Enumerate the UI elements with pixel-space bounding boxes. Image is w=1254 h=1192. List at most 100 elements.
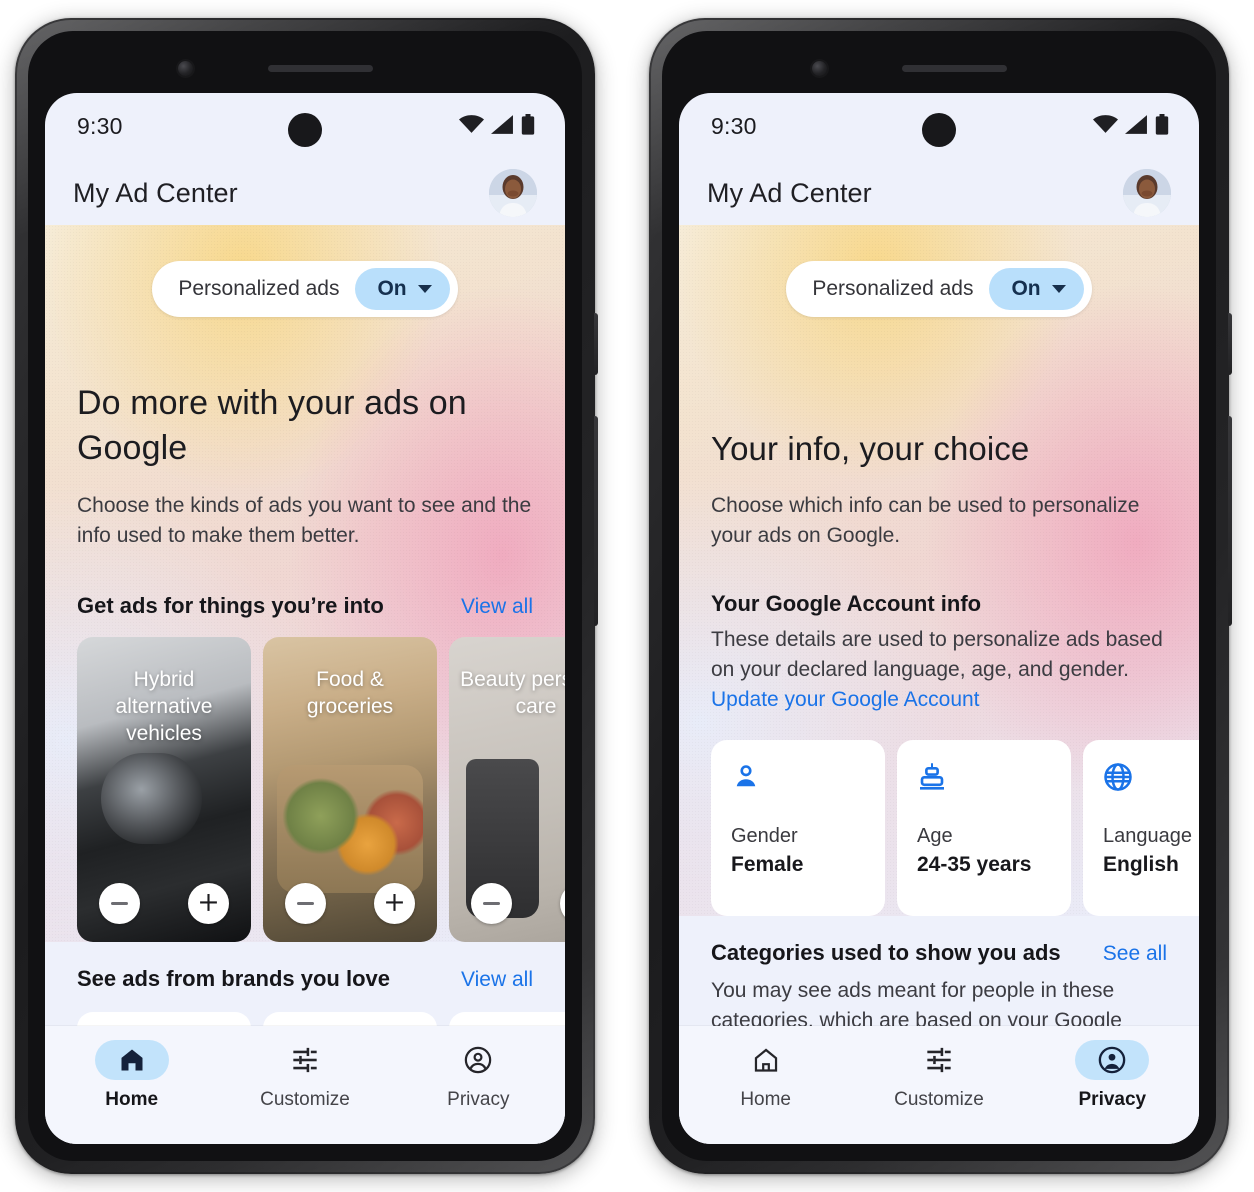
- home-icon: [754, 1048, 777, 1072]
- cellular-icon: [1125, 115, 1147, 134]
- nav-label-home: Home: [105, 1089, 159, 1110]
- phone-bezel-left: 9:30 My Ad Center Personalized ads On Do…: [28, 31, 582, 1161]
- personalized-ads-value: On: [377, 277, 407, 300]
- account-section-title: Your Google Account info: [711, 590, 982, 616]
- battery-icon: [521, 114, 535, 135]
- power-button[interactable]: [1228, 313, 1232, 375]
- bottom-navigation: Home Customize Privacy: [679, 1026, 1199, 1144]
- info-card-age[interactable]: Age 24-35 years: [897, 739, 1071, 916]
- nav-label-privacy: Privacy: [447, 1089, 510, 1110]
- hero-heading: Your info, your choice: [711, 430, 1030, 467]
- nav-pill-privacy: [441, 1040, 515, 1080]
- personalized-ads-toggle[interactable]: On: [989, 268, 1084, 310]
- nav-pill-home: [729, 1040, 803, 1080]
- info-card-label: Gender: [731, 824, 798, 847]
- power-button[interactable]: [594, 313, 598, 375]
- avatar[interactable]: [1123, 169, 1171, 217]
- nav-item-privacy[interactable]: Privacy: [392, 1040, 565, 1111]
- interest-card-title: Hybrid alternative vehicles: [115, 668, 213, 745]
- hero-section: Personalized ads On Your info, your choi…: [679, 225, 1199, 916]
- status-icons: [459, 114, 535, 135]
- wifi-icon: [1093, 115, 1118, 133]
- nav-item-home[interactable]: Home: [679, 1040, 852, 1111]
- interest-card[interactable]: Hybrid alternative vehicles: [77, 637, 251, 943]
- nav-pill-privacy: [1075, 1040, 1150, 1080]
- info-card-gender[interactable]: Gender Female: [711, 739, 885, 916]
- hero-heading: Do more with your ads on Google: [77, 384, 467, 468]
- account-info-cards[interactable]: Gender Female Age 24-35 years Language E…: [679, 739, 1199, 916]
- dislike-button[interactable]: [285, 883, 326, 925]
- dislike-button[interactable]: [471, 883, 512, 925]
- nav-label-home: Home: [740, 1089, 791, 1110]
- dislike-button[interactable]: [99, 883, 140, 925]
- info-card-label: Age: [917, 824, 953, 847]
- status-time: 9:30: [77, 113, 123, 139]
- page-title: My Ad Center: [73, 177, 238, 208]
- plus-icon: [386, 894, 403, 911]
- categories-see-all-link[interactable]: See all: [1103, 942, 1167, 966]
- nav-pill-customize: [902, 1040, 976, 1080]
- info-card-value: Female: [731, 852, 804, 876]
- tune-sliders-icon: [293, 1047, 317, 1073]
- cake-icon: [917, 762, 1051, 797]
- cellular-icon: [491, 115, 513, 134]
- tune-sliders-icon: [927, 1047, 951, 1073]
- status-time: 9:30: [711, 113, 757, 139]
- personalized-ads-pill[interactable]: Personalized ads On: [152, 261, 458, 317]
- status-bar: 9:30: [45, 93, 565, 161]
- camera-punch-hole: [922, 113, 956, 147]
- like-button[interactable]: [188, 883, 229, 925]
- categories-section-header: Categories used to show you ads See all: [711, 940, 1167, 966]
- interests-view-all-link[interactable]: View all: [461, 595, 533, 619]
- info-card-value: English: [1103, 852, 1179, 876]
- personalized-ads-label: Personalized ads: [812, 277, 974, 300]
- brands-section-title: See ads from brands you love: [77, 966, 390, 992]
- nav-label-customize: Customize: [894, 1089, 984, 1110]
- hero-subtext: Choose the kinds of ads you want to see …: [77, 494, 532, 548]
- personalized-ads-toggle[interactable]: On: [355, 268, 450, 310]
- phone-device-right: 9:30 My Ad Center Personalized ads On Yo…: [649, 18, 1232, 1174]
- front-camera-icon: [812, 61, 827, 76]
- bottom-navigation: Home Customize Privacy: [45, 1026, 565, 1144]
- like-button[interactable]: [374, 883, 415, 925]
- phone-device-left: 9:30 My Ad Center Personalized ads On Do…: [15, 18, 598, 1174]
- battery-icon: [1155, 114, 1169, 135]
- plus-icon: [200, 894, 217, 911]
- nav-pill-customize: [268, 1040, 342, 1080]
- hero-subtext: Choose which info can be used to persona…: [711, 493, 1140, 547]
- chevron-down-icon: [1051, 285, 1066, 293]
- interests-section-header: Get ads for things you’re into View all: [77, 593, 533, 619]
- status-bar: 9:30: [679, 93, 1199, 161]
- earpiece-speaker: [902, 65, 1007, 72]
- wifi-icon: [459, 115, 484, 133]
- nav-item-customize[interactable]: Customize: [852, 1040, 1025, 1111]
- account-section-body: These details are used to personalize ad…: [711, 625, 1167, 716]
- account-circle-icon: [1099, 1046, 1126, 1074]
- interest-card[interactable]: Food & groceries: [263, 637, 437, 943]
- info-card-value: 24-35 years: [917, 852, 1032, 876]
- nav-item-customize[interactable]: Customize: [218, 1040, 391, 1111]
- update-google-account-link[interactable]: Update your Google Account: [711, 688, 980, 711]
- avatar[interactable]: [489, 169, 537, 217]
- hero-section: Personalized ads On Do more with your ad…: [45, 225, 565, 943]
- screen-left: 9:30 My Ad Center Personalized ads On Do…: [45, 93, 565, 1144]
- volume-button[interactable]: [1228, 416, 1232, 626]
- personalized-ads-value: On: [1011, 277, 1041, 300]
- volume-button[interactable]: [594, 416, 598, 626]
- camera-punch-hole: [288, 113, 322, 147]
- brands-view-all-link[interactable]: View all: [461, 968, 533, 992]
- home-icon: [121, 1049, 143, 1071]
- interest-cards-carousel[interactable]: Hybrid alternative vehicles Food & groce…: [45, 637, 565, 943]
- interest-card[interactable]: Beauty personal care: [449, 637, 565, 943]
- person-icon: [731, 762, 865, 797]
- nav-item-home[interactable]: Home: [45, 1040, 218, 1111]
- front-camera-icon: [178, 61, 193, 76]
- interest-card-title: Beauty personal care: [460, 668, 565, 718]
- nav-label-privacy: Privacy: [1078, 1089, 1147, 1110]
- account-circle-icon: [465, 1046, 492, 1074]
- info-card-language[interactable]: Language English: [1083, 739, 1199, 916]
- phone-bezel-right: 9:30 My Ad Center Personalized ads On Yo…: [662, 31, 1216, 1161]
- personalized-ads-pill[interactable]: Personalized ads On: [786, 261, 1092, 317]
- nav-item-privacy[interactable]: Privacy: [1026, 1040, 1199, 1111]
- app-bar: My Ad Center: [45, 161, 565, 225]
